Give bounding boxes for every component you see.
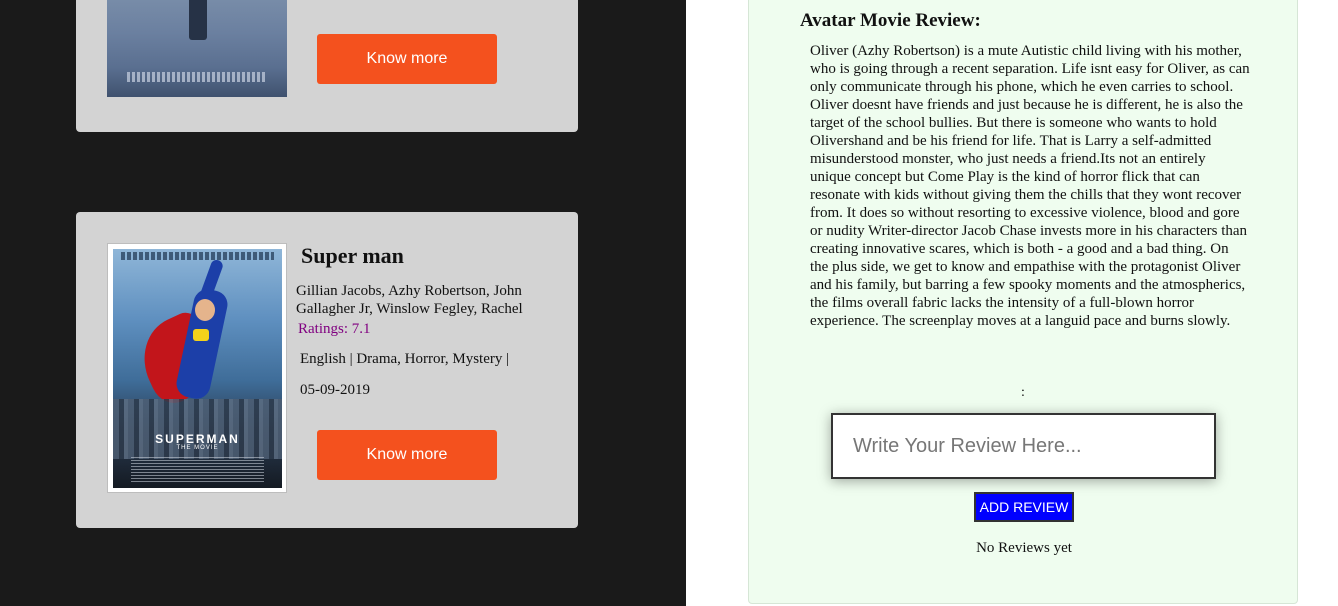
poster-tagline	[121, 252, 274, 260]
movie-list-pane: Know more SUPERMAN THE MOVIE Super man G…	[0, 0, 686, 606]
movie-rating: Ratings: 7.1	[298, 321, 371, 337]
no-reviews-message: No Reviews yet	[976, 540, 1072, 556]
review-body: Oliver (Azhy Robertson) is a mute Autist…	[810, 43, 1250, 329]
poster-figure	[189, 0, 207, 40]
know-more-button[interactable]: Know more	[317, 34, 497, 84]
poster-credits	[131, 457, 264, 483]
movie-release-date: 05-09-2019	[300, 382, 370, 398]
review-input[interactable]	[831, 413, 1216, 479]
know-more-button[interactable]: Know more	[317, 430, 497, 480]
movie-title: Super man	[301, 243, 404, 268]
poster-credits	[127, 72, 267, 82]
poster-art: SUPERMAN THE MOVIE	[113, 249, 282, 488]
poster-head	[195, 299, 215, 321]
movie-genres: English | Drama, Horror, Mystery |	[300, 351, 510, 367]
review-heading: Avatar Movie Review:	[800, 10, 981, 31]
add-review-button[interactable]: ADD REVIEW	[974, 492, 1074, 522]
movie-cast: Gillian Jacobs, Azhy Robertson, John Gal…	[296, 283, 523, 317]
poster-sub-text: THE MOVIE	[176, 445, 219, 451]
poster-logo-text: SUPERMAN	[155, 432, 240, 446]
review-separator: :	[1021, 385, 1025, 400]
movie-card: Know more	[76, 0, 578, 132]
superman-poster-image[interactable]: SUPERMAN THE MOVIE	[107, 243, 287, 493]
review-panel: Avatar Movie Review: Oliver (Azhy Robert…	[748, 0, 1298, 604]
poster-emblem	[193, 329, 209, 341]
movie-poster-image[interactable]	[107, 0, 287, 97]
movie-card-superman: SUPERMAN THE MOVIE Super man Gillian Jac…	[76, 212, 578, 528]
